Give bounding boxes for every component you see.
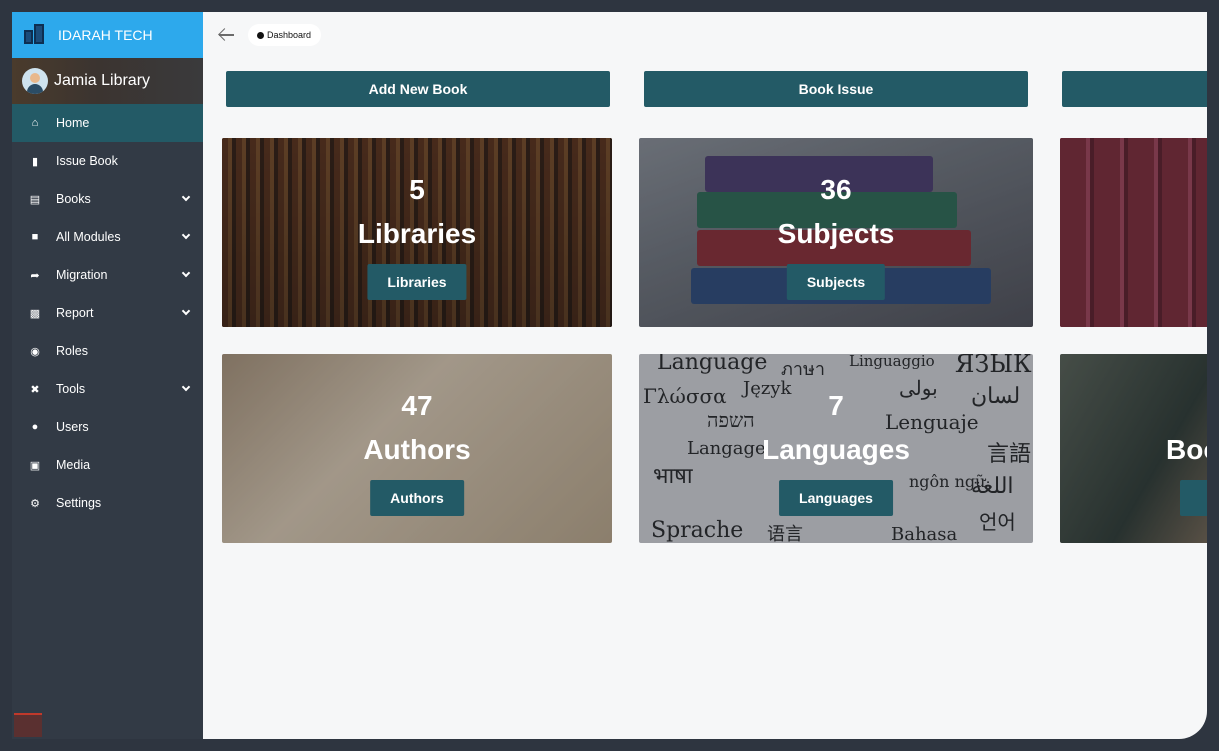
avatar [22, 68, 48, 94]
sidebar-item-label: Tools [56, 382, 86, 396]
languages-card: Language ภาษา Linguaggio ЯЗЫК Γλώσσα Jęz… [639, 354, 1033, 543]
brand-bar[interactable]: IDARAH TECH [12, 12, 203, 58]
user-name: Jamia Library [54, 72, 151, 89]
chevron-down-icon [181, 268, 191, 278]
share-arrow-icon: ➦ [30, 269, 40, 282]
tools-icon: ✖ [30, 383, 40, 396]
sidebar-item-label: Report [56, 306, 94, 320]
subjects-count: 36 [820, 174, 852, 205]
add-new-book-button[interactable]: Add New Book [226, 71, 610, 107]
libraries-count: 5 [409, 174, 425, 205]
sidebar-item-label: Roles [56, 344, 88, 358]
sidebar-item-books[interactable]: ▤ Books [12, 180, 203, 218]
sidebar-item-label: All Modules [56, 230, 121, 244]
sidebar-item-tools[interactable]: ✖ Tools [12, 370, 203, 408]
libraries-card: 5 Libraries Libraries [222, 138, 612, 327]
languages-button[interactable]: Languages [779, 480, 893, 516]
breadcrumb[interactable]: Dashboard [248, 24, 322, 46]
breadcrumb-label: Dashboard [267, 30, 312, 40]
sidebar-nav: ⌂ Home ▮ Issue Book ▤ Books ■ All Module… [12, 104, 203, 522]
sidebar: IDARAH TECH Jamia Library ⌂ Home ▮ Issue… [12, 12, 203, 739]
lock-icon: ◉ [30, 345, 40, 358]
sidebar-item-home[interactable]: ⌂ Home [12, 104, 203, 142]
libraries-title: Libraries [357, 218, 477, 249]
user-icon: ● [31, 421, 39, 433]
app-window: IDARAH TECH Jamia Library ⌂ Home ▮ Issue… [12, 12, 1207, 739]
books-icon: ▤ [29, 193, 41, 206]
sidebar-item-migration[interactable]: ➦ Migration [12, 256, 203, 294]
back-arrow-icon[interactable] [218, 28, 236, 42]
sidebar-item-users[interactable]: ● Users [12, 408, 203, 446]
authors-count: 47 [401, 390, 433, 421]
sidebar-item-all-modules[interactable]: ■ All Modules [12, 218, 203, 256]
brand-name: IDARAH TECH [58, 27, 153, 43]
sidebar-item-report[interactable]: ▩ Report [12, 294, 203, 332]
image-icon: ▣ [29, 459, 41, 472]
sidebar-item-settings[interactable]: ⚙ Settings [12, 484, 203, 522]
user-panel[interactable]: Jamia Library [12, 58, 203, 104]
puzzle-icon: ■ [31, 231, 39, 243]
action-button-partial[interactable] [1062, 71, 1207, 107]
authors-card: 47 Authors Authors [222, 354, 612, 543]
chevron-down-icon [181, 382, 191, 392]
sidebar-item-label: Settings [56, 496, 102, 510]
libraries-button[interactable]: Libraries [367, 264, 467, 300]
home-icon: ⌂ [31, 117, 39, 129]
gear-icon: ⚙ [30, 497, 40, 510]
sidebar-item-label: Migration [56, 268, 108, 282]
book-issue-button[interactable]: Book Issue [644, 71, 1028, 107]
sidebar-item-issue-book[interactable]: ▮ Issue Book [12, 142, 203, 180]
sidebar-item-label: Users [56, 420, 89, 434]
partial-card-bottom: Boo [1060, 354, 1207, 543]
subjects-card: 36 Subjects Subjects [639, 138, 1033, 327]
subjects-button[interactable]: Subjects [786, 264, 886, 300]
chevron-down-icon [181, 230, 191, 240]
sidebar-item-roles[interactable]: ◉ Roles [12, 332, 203, 370]
authors-title: Authors [363, 434, 471, 465]
dashboard-icon [257, 31, 264, 39]
sidebar-item-label: Home [56, 116, 90, 130]
sidebar-item-label: Issue Book [56, 154, 118, 168]
sidebar-item-media[interactable]: ▣ Media [12, 446, 203, 484]
chart-icon: ▩ [29, 307, 41, 320]
footer-logo-icon [14, 713, 42, 737]
languages-title: Languages [762, 434, 910, 465]
chevron-down-icon [181, 192, 191, 202]
partial-card-title: Boo [1166, 434, 1207, 465]
authors-button[interactable]: Authors [370, 480, 464, 516]
partial-card-button[interactable] [1180, 480, 1207, 516]
sidebar-item-label: Media [56, 458, 91, 472]
book-icon: ▮ [31, 155, 39, 168]
brand-logo-icon [24, 24, 46, 46]
book-issue-label: Book Issue [798, 81, 874, 97]
subjects-title: Subjects [777, 218, 895, 249]
partial-card-top [1060, 138, 1207, 327]
languages-count: 7 [828, 390, 844, 421]
sidebar-item-label: Books [56, 192, 91, 206]
chevron-down-icon [181, 306, 191, 316]
